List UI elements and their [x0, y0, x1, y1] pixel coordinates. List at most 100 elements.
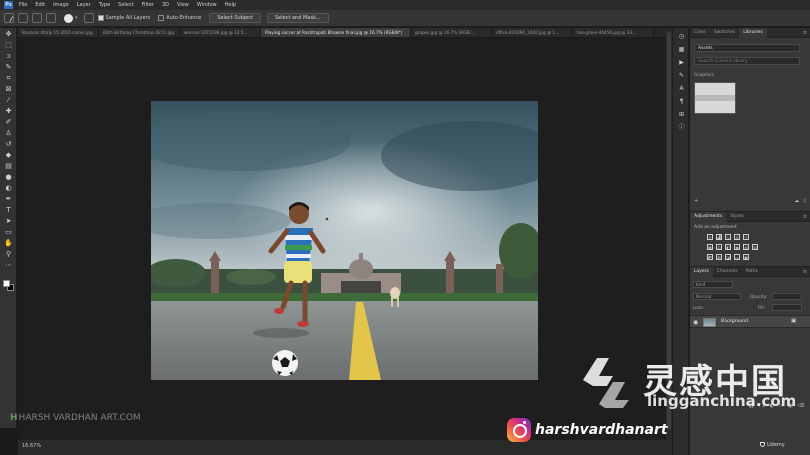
tab-layers[interactable]: Layers — [690, 267, 713, 277]
document-canvas[interactable] — [151, 101, 538, 380]
document-tab[interactable]: Banaras 4Italy 15 2016 colour.jpg — [18, 28, 99, 37]
hand-tool-icon[interactable]: ✋ — [3, 239, 14, 248]
menu-layer[interactable]: Layer — [77, 2, 91, 8]
menu-type[interactable]: Type — [99, 2, 110, 8]
opacity-field[interactable] — [772, 293, 802, 300]
channel-mixer-icon[interactable]: ◍ — [743, 244, 749, 250]
tab-color[interactable]: Color — [690, 28, 710, 38]
cloud-icon[interactable]: ☁ — [794, 198, 799, 204]
gradient-tool-icon[interactable]: ▤ — [3, 162, 14, 171]
glyphs-panel-icon[interactable]: ⊞ — [677, 111, 686, 119]
select-subject-button[interactable]: Select Subject — [209, 13, 261, 23]
posterize-icon[interactable]: ▥ — [716, 254, 722, 260]
fill-field[interactable] — [772, 304, 802, 311]
selective-color-icon[interactable]: ▣ — [743, 254, 749, 260]
path-selection-icon[interactable]: ➤ — [3, 217, 14, 226]
brush-angle-icon[interactable] — [83, 13, 94, 23]
paragraph-panel-icon[interactable]: ¶ — [677, 98, 686, 106]
vibrance-icon[interactable]: ▽ — [743, 234, 749, 240]
eyedropper-tool-icon[interactable]: ⁄ — [3, 96, 14, 105]
color-lookup-icon[interactable]: ⊞ — [752, 244, 758, 250]
exposure-icon[interactable]: ± — [734, 234, 740, 240]
layer-filter-kind[interactable]: Kind — [693, 281, 733, 288]
history-brush-icon[interactable]: ↺ — [3, 140, 14, 149]
menu-view[interactable]: View — [177, 2, 189, 8]
threshold-icon[interactable]: ◪ — [725, 254, 731, 260]
layer-name[interactable]: Background — [721, 319, 748, 324]
foreground-color-swatch[interactable] — [3, 280, 10, 287]
sample-all-layers-checkbox[interactable] — [97, 15, 104, 21]
library-search-input[interactable]: Search Current library — [694, 57, 800, 65]
document-tab[interactable]: 60th Birthday Christmas 0211.jpg — [99, 28, 180, 37]
more-tools-icon[interactable]: ⋯ — [3, 261, 14, 270]
visibility-eye-icon[interactable]: ◉ — [693, 319, 698, 326]
hue-saturation-icon[interactable]: ▦ — [707, 244, 713, 250]
black-white-icon[interactable]: ◧ — [725, 244, 731, 250]
move-tool-icon[interactable]: ✥ — [3, 30, 14, 39]
menu-image[interactable]: Image — [53, 2, 69, 8]
gradient-map-icon[interactable]: ▭ — [734, 254, 740, 260]
panel-menu-icon[interactable]: ≡ — [803, 212, 810, 221]
tab-paths[interactable]: Paths — [742, 267, 762, 277]
library-dropdown[interactable]: Assets — [694, 44, 800, 52]
photo-filter-icon[interactable]: ◉ — [734, 244, 740, 250]
menu-help[interactable]: Help — [225, 2, 236, 8]
brush-picker-chevron-down-icon[interactable]: ▾ — [75, 15, 78, 21]
panel-menu-icon[interactable]: ≡ — [803, 267, 810, 276]
actions-panel-icon[interactable]: ▶ — [677, 59, 686, 67]
history-panel-icon[interactable]: ◷ — [677, 33, 686, 41]
trash-icon[interactable]: ▯ — [803, 198, 806, 204]
marquee-tool-icon[interactable]: ⬚ — [3, 41, 14, 50]
layer-row-background[interactable]: ◉ Background ▣ — [690, 315, 810, 328]
canvas-workspace[interactable] — [18, 38, 666, 440]
menu-edit[interactable]: Edit — [35, 2, 45, 8]
tab-channels[interactable]: Channels — [713, 267, 742, 277]
document-tab[interactable]: grapes.jpg @ 16.7% (RGB/... — [411, 28, 492, 37]
panel-menu-icon[interactable]: ≡ — [803, 28, 810, 37]
brush-settings-icon[interactable]: ✎ — [677, 72, 686, 80]
brightness-icon[interactable]: ☼ — [707, 234, 713, 240]
quick-selection-icon[interactable]: ✎ — [3, 63, 14, 72]
eraser-tool-icon[interactable]: ◆ — [3, 151, 14, 160]
rectangle-tool-icon[interactable]: ▭ — [3, 228, 14, 237]
add-to-selection-icon[interactable] — [32, 13, 42, 23]
document-tab[interactable]: office-820390_1920.jpg @ 1... — [492, 28, 573, 37]
menu-3d[interactable]: 3D — [162, 2, 169, 8]
pen-tool-icon[interactable]: ✒ — [3, 195, 14, 204]
blend-mode-dropdown[interactable]: Normal — [693, 293, 741, 300]
menu-window[interactable]: Window — [197, 2, 217, 8]
tab-swatches[interactable]: Swatches — [710, 28, 740, 38]
healing-brush-icon[interactable]: ✚ — [3, 107, 14, 116]
lock-icon[interactable]: ▣ — [791, 318, 796, 324]
clone-stamp-icon[interactable]: ♙ — [3, 129, 14, 138]
tab-adjustments[interactable]: Adjustments — [690, 212, 727, 222]
menu-filter[interactable]: Filter — [142, 2, 154, 8]
character-panel-icon[interactable]: A — [677, 85, 686, 93]
quick-selection-tool-icon[interactable] — [4, 13, 14, 23]
brush-tool-icon[interactable]: ✐ — [3, 118, 14, 127]
graphics-section-header[interactable]: Graphics — [694, 73, 714, 78]
tab-styles[interactable]: Styles — [726, 212, 748, 222]
properties-panel-icon[interactable]: ▦ — [677, 46, 686, 54]
dodge-tool-icon[interactable]: ◐ — [3, 184, 14, 193]
add-content-icon[interactable]: + — [694, 198, 698, 204]
menu-select[interactable]: Select — [118, 2, 133, 8]
brush-size-picker[interactable] — [64, 13, 73, 23]
auto-enhance-checkbox[interactable] — [158, 15, 165, 21]
lasso-tool-icon[interactable]: ↄ — [3, 52, 14, 61]
new-selection-icon[interactable] — [18, 13, 28, 23]
frame-tool-icon[interactable]: ⊠ — [3, 85, 14, 94]
library-graphic-thumbnail[interactable] — [694, 82, 736, 114]
blur-tool-icon[interactable]: ● — [3, 173, 14, 182]
select-and-mask-button[interactable]: Select and Mask... — [266, 13, 329, 23]
zoom-tool-icon[interactable]: ⚲ — [3, 250, 14, 259]
invert-icon[interactable]: ◩ — [707, 254, 713, 260]
zoom-level[interactable]: 16.67% — [22, 443, 41, 449]
info-panel-icon[interactable]: ⓘ — [677, 124, 686, 132]
document-tab[interactable]: woman-1071196.jpg @ 12.5... — [180, 28, 261, 37]
tab-libraries[interactable]: Libraries — [739, 28, 767, 38]
levels-icon[interactable]: ▟ — [716, 234, 722, 240]
color-balance-icon[interactable]: ⚖ — [716, 244, 722, 250]
subtract-from-selection-icon[interactable] — [46, 13, 56, 23]
menu-file[interactable]: File — [19, 2, 27, 8]
